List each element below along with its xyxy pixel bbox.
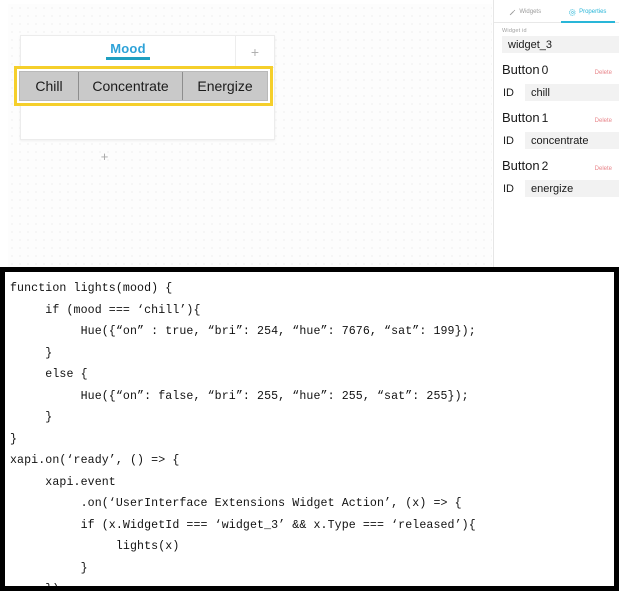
- widget-id-input[interactable]: widget_3: [502, 36, 619, 53]
- delete-button-0[interactable]: Delete: [595, 70, 613, 76]
- tab-mood[interactable]: Mood: [102, 41, 153, 60]
- button-config-title: Button 1: [502, 110, 548, 125]
- button-id-row: ID energize: [494, 180, 619, 197]
- widget-id-label: Widget id: [502, 28, 527, 34]
- gear-icon: [569, 8, 576, 16]
- button-id-value: chill: [531, 86, 550, 99]
- tab-widgets[interactable]: Widgets: [494, 2, 557, 22]
- button-id-input-0[interactable]: chill: [525, 84, 619, 101]
- button-config-title-text: Button: [502, 110, 540, 125]
- properties-panel: Widgets Properties Widget id widget_3 Bu…: [493, 0, 619, 267]
- button-id-row: ID concentrate: [494, 132, 619, 149]
- button-config-2: Button 2 Delete ID energize: [494, 158, 619, 197]
- button-config-index: 2: [541, 159, 549, 173]
- delete-button-2[interactable]: Delete: [595, 166, 613, 172]
- mood-button-energize[interactable]: Energize: [182, 72, 267, 100]
- button-config-index: 1: [541, 111, 549, 125]
- screenshot-root: Mood + + Chill Concentrate Energize Widg…: [0, 0, 619, 591]
- mood-button-chill[interactable]: Chill: [20, 72, 78, 100]
- mood-button-label: Chill: [35, 78, 63, 94]
- code-listing: function lights(mood) { if (mood === ‘ch…: [10, 282, 476, 586]
- mood-button-concentrate[interactable]: Concentrate: [78, 72, 182, 100]
- designer-app-screenshot: Mood + + Chill Concentrate Energize Widg…: [0, 0, 619, 267]
- button-config-title: Button 0: [502, 62, 548, 77]
- button-id-label: ID: [503, 182, 514, 195]
- add-row-button[interactable]: +: [33, 141, 176, 171]
- button-id-label: ID: [503, 134, 514, 147]
- button-config-index: 0: [541, 63, 549, 77]
- tab-properties-label: Properties: [579, 9, 607, 15]
- plus-icon: +: [250, 43, 260, 60]
- button-id-value: energize: [531, 182, 574, 195]
- button-config-title-text: Button: [502, 158, 540, 173]
- button-id-input-2[interactable]: energize: [525, 180, 619, 197]
- mood-button-label: Concentrate: [92, 78, 169, 94]
- button-id-input-1[interactable]: concentrate: [525, 132, 619, 149]
- button-config-header: Button 1 Delete: [494, 110, 619, 129]
- button-config-1: Button 1 Delete ID concentrate: [494, 110, 619, 149]
- code-block: function lights(mood) { if (mood === ‘ch…: [3, 270, 616, 588]
- selected-widget-outline[interactable]: Chill Concentrate Energize: [14, 66, 273, 106]
- group-button-widget[interactable]: Chill Concentrate Energize: [19, 71, 268, 101]
- delete-button-1[interactable]: Delete: [595, 118, 613, 124]
- mood-button-label: Energize: [197, 78, 253, 94]
- button-config-title-text: Button: [502, 62, 540, 77]
- widget-tab-strip: Mood: [21, 36, 236, 67]
- plus-icon: +: [100, 148, 109, 164]
- button-config-header: Button 2 Delete: [494, 158, 619, 177]
- design-canvas[interactable]: Mood + + Chill Concentrate Energize: [8, 4, 492, 267]
- properties-panel-tabs: Widgets Properties: [494, 0, 619, 23]
- widget-card-header: Mood +: [21, 36, 274, 68]
- pencil-icon: [509, 9, 516, 16]
- tab-mood-label: Mood: [110, 41, 146, 56]
- button-config-0: Button 0 Delete ID chill: [494, 62, 619, 101]
- tab-widgets-label: Widgets: [519, 9, 542, 15]
- button-id-label: ID: [503, 86, 514, 99]
- widget-id-value: widget_3: [508, 38, 553, 51]
- button-config-header: Button 0 Delete: [494, 62, 619, 81]
- add-tab-button[interactable]: +: [236, 36, 274, 67]
- tab-properties[interactable]: Properties: [557, 2, 619, 23]
- button-config-title: Button 2: [502, 158, 548, 173]
- button-id-value: concentrate: [531, 134, 589, 147]
- button-id-row: ID chill: [494, 84, 619, 101]
